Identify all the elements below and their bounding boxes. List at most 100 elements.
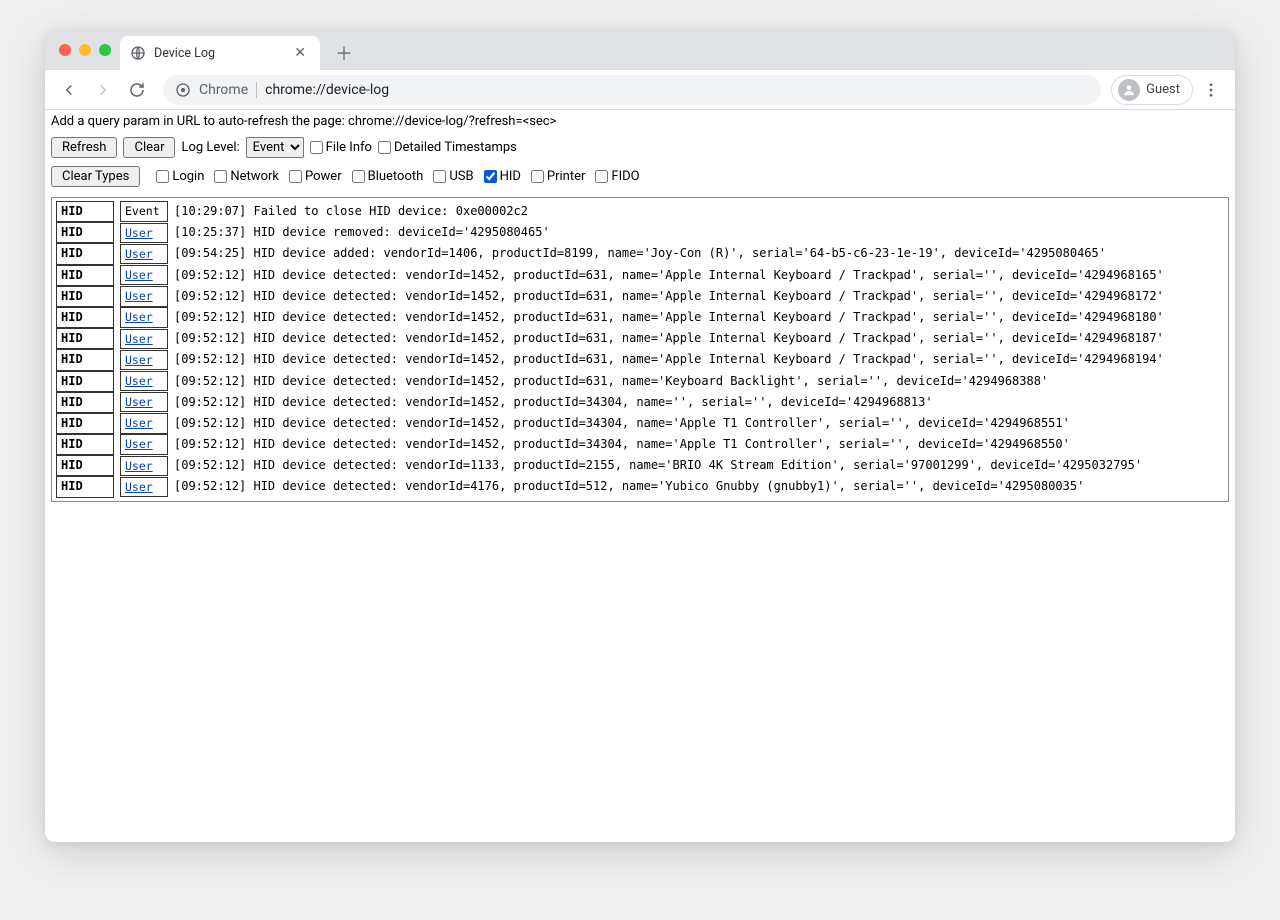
type-filter-login[interactable]: Login bbox=[156, 169, 204, 184]
log-type-badge: HID bbox=[56, 455, 114, 476]
type-filter-hid[interactable]: HID bbox=[484, 169, 521, 184]
type-filter-label: HID bbox=[500, 169, 521, 184]
log-level-badge[interactable]: User bbox=[120, 456, 168, 476]
log-message: [09:52:12] HID device detected: vendorId… bbox=[174, 372, 1048, 391]
log-type-badge: HID bbox=[56, 349, 114, 370]
log-row: HID User [09:52:12] HID device detected: v… bbox=[56, 455, 1224, 476]
type-filter-label: FIDO bbox=[611, 169, 639, 184]
type-filter-label: Network bbox=[230, 169, 279, 184]
log-type-badge: HID bbox=[56, 476, 114, 497]
browser-tab[interactable]: Device Log ✕ bbox=[120, 36, 320, 70]
type-filter-printer[interactable]: Printer bbox=[531, 169, 586, 184]
file-info-checkbox[interactable] bbox=[310, 141, 323, 154]
log-type-badge: HID bbox=[56, 243, 114, 264]
log-level-badge[interactable]: User bbox=[120, 392, 168, 412]
type-filter-checkbox[interactable] bbox=[156, 170, 169, 183]
log-row: HIDUser[09:52:12] HID device detected: v… bbox=[56, 328, 1224, 349]
log-row: HID User [09:52:12] HID device detected: v… bbox=[56, 371, 1224, 392]
log-message: [09:52:12] HID device detected: vendorId… bbox=[174, 477, 1084, 496]
type-filter-checkbox[interactable] bbox=[289, 170, 302, 183]
browser-toolbar: Chrome chrome://device-log Guest bbox=[45, 70, 1235, 110]
refresh-hint: Add a query param in URL to auto-refresh… bbox=[45, 110, 1235, 133]
log-level-badge[interactable]: User bbox=[120, 477, 168, 497]
type-filter-group: Login Network Power Bluetooth USB HID Printer F… bbox=[156, 169, 639, 184]
log-output: HID Event [10:29:07] Failed to close HID d… bbox=[51, 197, 1229, 502]
tab-strip: Device Log ✕ ＋ bbox=[45, 30, 1235, 70]
log-type-badge: HID bbox=[56, 392, 114, 413]
type-filter-checkbox[interactable] bbox=[531, 170, 544, 183]
log-row: HID User [09:52:12] HID device detected: v… bbox=[56, 476, 1224, 497]
log-level-badge[interactable]: User bbox=[120, 434, 168, 454]
log-level-badge[interactable]: User bbox=[120, 307, 168, 327]
log-row: HID User [09:52:12] HID device detected: v… bbox=[56, 434, 1224, 455]
type-filter-checkbox[interactable] bbox=[484, 170, 497, 183]
log-message: [09:54:25] HID device added: vendorId=14… bbox=[174, 244, 1106, 263]
log-row: HIDUser[09:52:12] HID device detected: v… bbox=[56, 392, 1224, 413]
clear-button[interactable]: Clear bbox=[123, 137, 175, 158]
log-row: HIDUser[09:52:12] HID device detected: v… bbox=[56, 286, 1224, 307]
globe-icon bbox=[130, 45, 146, 61]
log-type-badge: HID bbox=[56, 307, 114, 328]
type-filter-label: Login bbox=[172, 169, 204, 184]
back-button[interactable] bbox=[53, 74, 85, 106]
kebab-menu-icon[interactable] bbox=[1195, 74, 1227, 106]
log-level-badge[interactable]: User bbox=[120, 223, 168, 243]
file-info-toggle[interactable]: File Info bbox=[310, 140, 372, 155]
log-row: HID User [09:54:25] HID device added: vend… bbox=[56, 243, 1224, 264]
type-filter-network[interactable]: Network bbox=[214, 169, 279, 184]
log-level-badge[interactable]: User bbox=[120, 329, 168, 349]
log-type-badge: HID bbox=[56, 434, 114, 455]
log-level-badge[interactable]: User bbox=[120, 371, 168, 391]
new-tab-button[interactable]: ＋ bbox=[330, 39, 358, 67]
close-window-icon[interactable] bbox=[59, 44, 71, 56]
profile-label: Guest bbox=[1146, 82, 1180, 97]
log-level-badge: Event bbox=[120, 201, 168, 221]
avatar-icon bbox=[1118, 79, 1140, 101]
log-level-badge[interactable]: User bbox=[120, 286, 168, 306]
profile-button[interactable]: Guest bbox=[1111, 75, 1193, 105]
window-controls bbox=[59, 44, 111, 56]
omnibox-divider bbox=[256, 82, 257, 98]
type-filter-checkbox[interactable] bbox=[595, 170, 608, 183]
log-type-badge: HID bbox=[56, 328, 114, 349]
type-filter-fido[interactable]: FIDO bbox=[595, 169, 639, 184]
close-tab-icon[interactable]: ✕ bbox=[290, 43, 310, 63]
type-filter-checkbox[interactable] bbox=[214, 170, 227, 183]
log-level-badge[interactable]: User bbox=[120, 350, 168, 370]
log-level-badge[interactable]: User bbox=[120, 413, 168, 433]
log-type-badge: HID bbox=[56, 222, 114, 243]
log-type-badge: HID bbox=[56, 201, 114, 222]
maximize-window-icon[interactable] bbox=[99, 44, 111, 56]
controls-row-1: Refresh Clear Log Level: Event File Info… bbox=[45, 133, 1235, 162]
type-filter-power[interactable]: Power bbox=[289, 169, 342, 184]
type-filter-label: Power bbox=[305, 169, 342, 184]
type-filter-checkbox[interactable] bbox=[352, 170, 365, 183]
log-type-badge: HID bbox=[56, 371, 114, 392]
log-row: HIDUser[10:25:37] HID device removed: de… bbox=[56, 222, 1224, 243]
detailed-ts-toggle[interactable]: Detailed Timestamps bbox=[378, 140, 517, 155]
type-filter-usb[interactable]: USB bbox=[433, 169, 473, 184]
clear-types-button[interactable]: Clear Types bbox=[51, 166, 140, 187]
log-level-badge[interactable]: User bbox=[120, 244, 168, 264]
refresh-button[interactable]: Refresh bbox=[51, 137, 117, 158]
detailed-ts-label: Detailed Timestamps bbox=[394, 140, 517, 155]
chrome-icon bbox=[175, 82, 191, 98]
log-row: HIDUser[09:52:12] HID device detected: v… bbox=[56, 307, 1224, 328]
type-filter-bluetooth[interactable]: Bluetooth bbox=[352, 169, 424, 184]
minimize-window-icon[interactable] bbox=[79, 44, 91, 56]
page-content: Add a query param in URL to auto-refresh… bbox=[45, 110, 1235, 842]
omnibox-host: Chrome bbox=[199, 82, 248, 98]
forward-button[interactable] bbox=[87, 74, 119, 106]
log-row: HIDUser[09:52:12] HID device detected: v… bbox=[56, 413, 1224, 434]
log-type-badge: HID bbox=[56, 265, 114, 286]
address-bar[interactable]: Chrome chrome://device-log bbox=[163, 75, 1101, 105]
detailed-ts-checkbox[interactable] bbox=[378, 141, 391, 154]
log-level-select[interactable]: Event bbox=[246, 137, 304, 158]
log-message: [10:29:07] Failed to close HID device: 0… bbox=[174, 202, 528, 221]
log-message: [09:52:12] HID device detected: vendorId… bbox=[174, 456, 1142, 475]
reload-button[interactable] bbox=[121, 74, 153, 106]
log-level-label: Log Level: bbox=[181, 140, 239, 155]
log-level-badge[interactable]: User bbox=[120, 265, 168, 285]
log-message: [09:52:12] HID device detected: vendorId… bbox=[174, 435, 1070, 454]
type-filter-checkbox[interactable] bbox=[433, 170, 446, 183]
